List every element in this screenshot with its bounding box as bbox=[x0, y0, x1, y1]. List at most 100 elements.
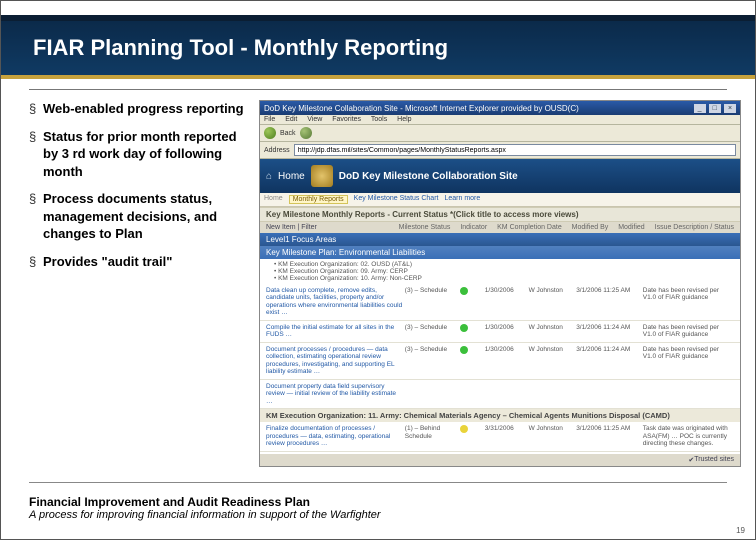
footer: Financial Improvement and Audit Readines… bbox=[29, 495, 727, 521]
row-mod: 3/1/2006 11:24 AM bbox=[576, 346, 641, 353]
status-bar: ✔ Trusted sites bbox=[260, 454, 740, 466]
window-title: DoD Key Milestone Collaboration Site - M… bbox=[264, 104, 579, 113]
row-mod: 3/1/2006 11:25 AM bbox=[576, 287, 641, 294]
row-by: W Johnston bbox=[529, 346, 575, 353]
indicator-green-icon bbox=[460, 324, 468, 332]
close-icon[interactable]: × bbox=[724, 104, 736, 113]
site-banner: ⌂ Home DoD Key Milestone Collaboration S… bbox=[260, 159, 740, 193]
row-date: 1/30/2006 bbox=[485, 346, 527, 353]
org-item: KM Execution Organization: 10. Army: Non… bbox=[274, 275, 726, 282]
bullet-item: Status for prior month reported by 3 rd … bbox=[29, 128, 249, 181]
row-desc[interactable]: Document processes / procedures — data c… bbox=[266, 346, 403, 376]
table-row[interactable]: Finalize documentation of processes / pr… bbox=[260, 422, 740, 451]
indicator-green-icon bbox=[460, 346, 468, 354]
row-by: W Johnston bbox=[529, 324, 575, 331]
back-icon[interactable] bbox=[264, 127, 276, 139]
table-row[interactable]: Data clean up complete, remove edits, ca… bbox=[260, 284, 740, 321]
menu-tools[interactable]: Tools bbox=[371, 116, 387, 123]
window-controls: _ □ × bbox=[693, 103, 736, 113]
table-row[interactable]: Compile the initial estimate for all sit… bbox=[260, 321, 740, 343]
indicator-green-icon bbox=[460, 287, 468, 295]
footer-title: Financial Improvement and Audit Readines… bbox=[29, 495, 727, 509]
home-link[interactable]: Home bbox=[278, 171, 305, 182]
row-sched: (3) – Schedule bbox=[405, 324, 458, 331]
page-number: 19 bbox=[736, 526, 745, 535]
address-bar: Address bbox=[260, 142, 740, 159]
minimize-icon[interactable]: _ bbox=[694, 104, 706, 113]
org-list: KM Execution Organization: 02. OUSD (AT&… bbox=[260, 259, 740, 284]
title-rule bbox=[29, 89, 727, 90]
tab-learn-more[interactable]: Learn more bbox=[444, 195, 480, 204]
home-icon[interactable]: ⌂ bbox=[266, 171, 272, 182]
row-desc[interactable]: Document property data field supervisory… bbox=[266, 383, 403, 405]
row-indicator bbox=[460, 346, 483, 356]
menu-file[interactable]: File bbox=[264, 116, 275, 123]
table-row[interactable]: Document processes / procedures — data c… bbox=[260, 343, 740, 380]
plan-header: Key Milestone Plan: Environmental Liabil… bbox=[260, 246, 740, 259]
org-item: KM Execution Organization: 02. OUSD (AT&… bbox=[274, 261, 726, 268]
maximize-icon[interactable]: □ bbox=[709, 104, 721, 113]
row-mod: 3/1/2006 11:25 AM bbox=[576, 425, 641, 432]
indicator-yellow-icon bbox=[460, 425, 468, 433]
title-band: FIAR Planning Tool - Monthly Reporting bbox=[1, 15, 755, 79]
page-tabs: Home Monthly Reports Key Milestone Statu… bbox=[260, 193, 740, 207]
column-headers: Milestone Status Indicator KM Completion… bbox=[391, 224, 734, 231]
col-status: Milestone Status bbox=[399, 224, 451, 231]
row-issue: Date has been revised per V1.0 of FIAR g… bbox=[643, 346, 734, 361]
list-toolbar: New Item | Filter Milestone Status Indic… bbox=[260, 222, 740, 233]
org2-header: KM Execution Organization: 11. Army: Che… bbox=[260, 409, 740, 422]
row-sched: (3) – Schedule bbox=[405, 287, 458, 294]
row-by: W Johnston bbox=[529, 287, 575, 294]
tab-monthly[interactable]: Monthly Reports bbox=[289, 195, 348, 204]
status-text: Trusted sites bbox=[694, 456, 734, 464]
browser-screenshot: DoD Key Milestone Collaboration Site - M… bbox=[259, 100, 741, 467]
bullet-item: Web-enabled progress reporting bbox=[29, 100, 249, 118]
crest-icon bbox=[311, 165, 333, 187]
menu-view[interactable]: View bbox=[307, 116, 322, 123]
col-date: KM Completion Date bbox=[497, 224, 562, 231]
table-row[interactable]: Document property data field supervisory… bbox=[260, 380, 740, 409]
row-issue: Task date was originated with ASA(FM) … … bbox=[643, 425, 734, 447]
window-titlebar: DoD Key Milestone Collaboration Site - M… bbox=[260, 101, 740, 115]
menu-favorites[interactable]: Favorites bbox=[332, 116, 361, 123]
col-issue: Issue Description / Status bbox=[655, 224, 734, 231]
back-label[interactable]: Back bbox=[280, 130, 296, 137]
row-issue: Date has been revised per V1.0 of FIAR g… bbox=[643, 287, 734, 302]
section-header: Key Milestone Monthly Reports - Current … bbox=[260, 207, 740, 222]
row-sched: (3) – Schedule bbox=[405, 346, 458, 353]
row-indicator bbox=[460, 287, 483, 297]
address-input[interactable] bbox=[294, 144, 736, 156]
row-sched: (1) – Behind Schedule bbox=[405, 425, 458, 440]
slide-title: FIAR Planning Tool - Monthly Reporting bbox=[33, 35, 755, 61]
bullet-list: Web-enabled progress reporting Status fo… bbox=[29, 100, 249, 467]
row-date: 1/30/2006 bbox=[485, 287, 527, 294]
address-label: Address bbox=[264, 147, 290, 154]
site-title: DoD Key Milestone Collaboration Site bbox=[339, 171, 518, 182]
row-date: 3/31/2006 bbox=[485, 425, 527, 432]
new-item-link[interactable]: New Item | Filter bbox=[266, 224, 317, 231]
menu-bar[interactable]: File Edit View Favorites Tools Help bbox=[260, 115, 740, 125]
row-desc[interactable]: Compile the initial estimate for all sit… bbox=[266, 324, 403, 339]
row-desc[interactable]: Data clean up complete, remove edits, ca… bbox=[266, 287, 403, 317]
row-by: W Johnston bbox=[529, 425, 575, 432]
tab-home[interactable]: Home bbox=[264, 195, 283, 204]
col-modby: Modified By bbox=[572, 224, 609, 231]
forward-icon[interactable] bbox=[300, 127, 312, 139]
org-item: KM Execution Organization: 09. Army: CER… bbox=[274, 268, 726, 275]
focus-area-header: Level1 Focus Areas bbox=[260, 233, 740, 246]
row-issue: Date has been revised per V1.0 of FIAR g… bbox=[643, 324, 734, 339]
row-date: 1/30/2006 bbox=[485, 324, 527, 331]
col-modified: Modified bbox=[618, 224, 644, 231]
row-indicator bbox=[460, 324, 483, 334]
footer-rule bbox=[29, 482, 727, 483]
slide: FIAR Planning Tool - Monthly Reporting W… bbox=[0, 0, 756, 540]
footer-subtitle: A process for improving financial inform… bbox=[29, 509, 727, 521]
row-mod: 3/1/2006 11:24 AM bbox=[576, 324, 641, 331]
row-desc[interactable]: Finalize documentation of processes / pr… bbox=[266, 425, 403, 447]
menu-edit[interactable]: Edit bbox=[285, 116, 297, 123]
col-indicator: Indicator bbox=[460, 224, 487, 231]
nav-toolbar: Back bbox=[260, 125, 740, 142]
menu-help[interactable]: Help bbox=[397, 116, 411, 123]
bullet-item: Provides "audit trail" bbox=[29, 253, 249, 271]
tab-status-chart[interactable]: Key Milestone Status Chart bbox=[354, 195, 439, 204]
